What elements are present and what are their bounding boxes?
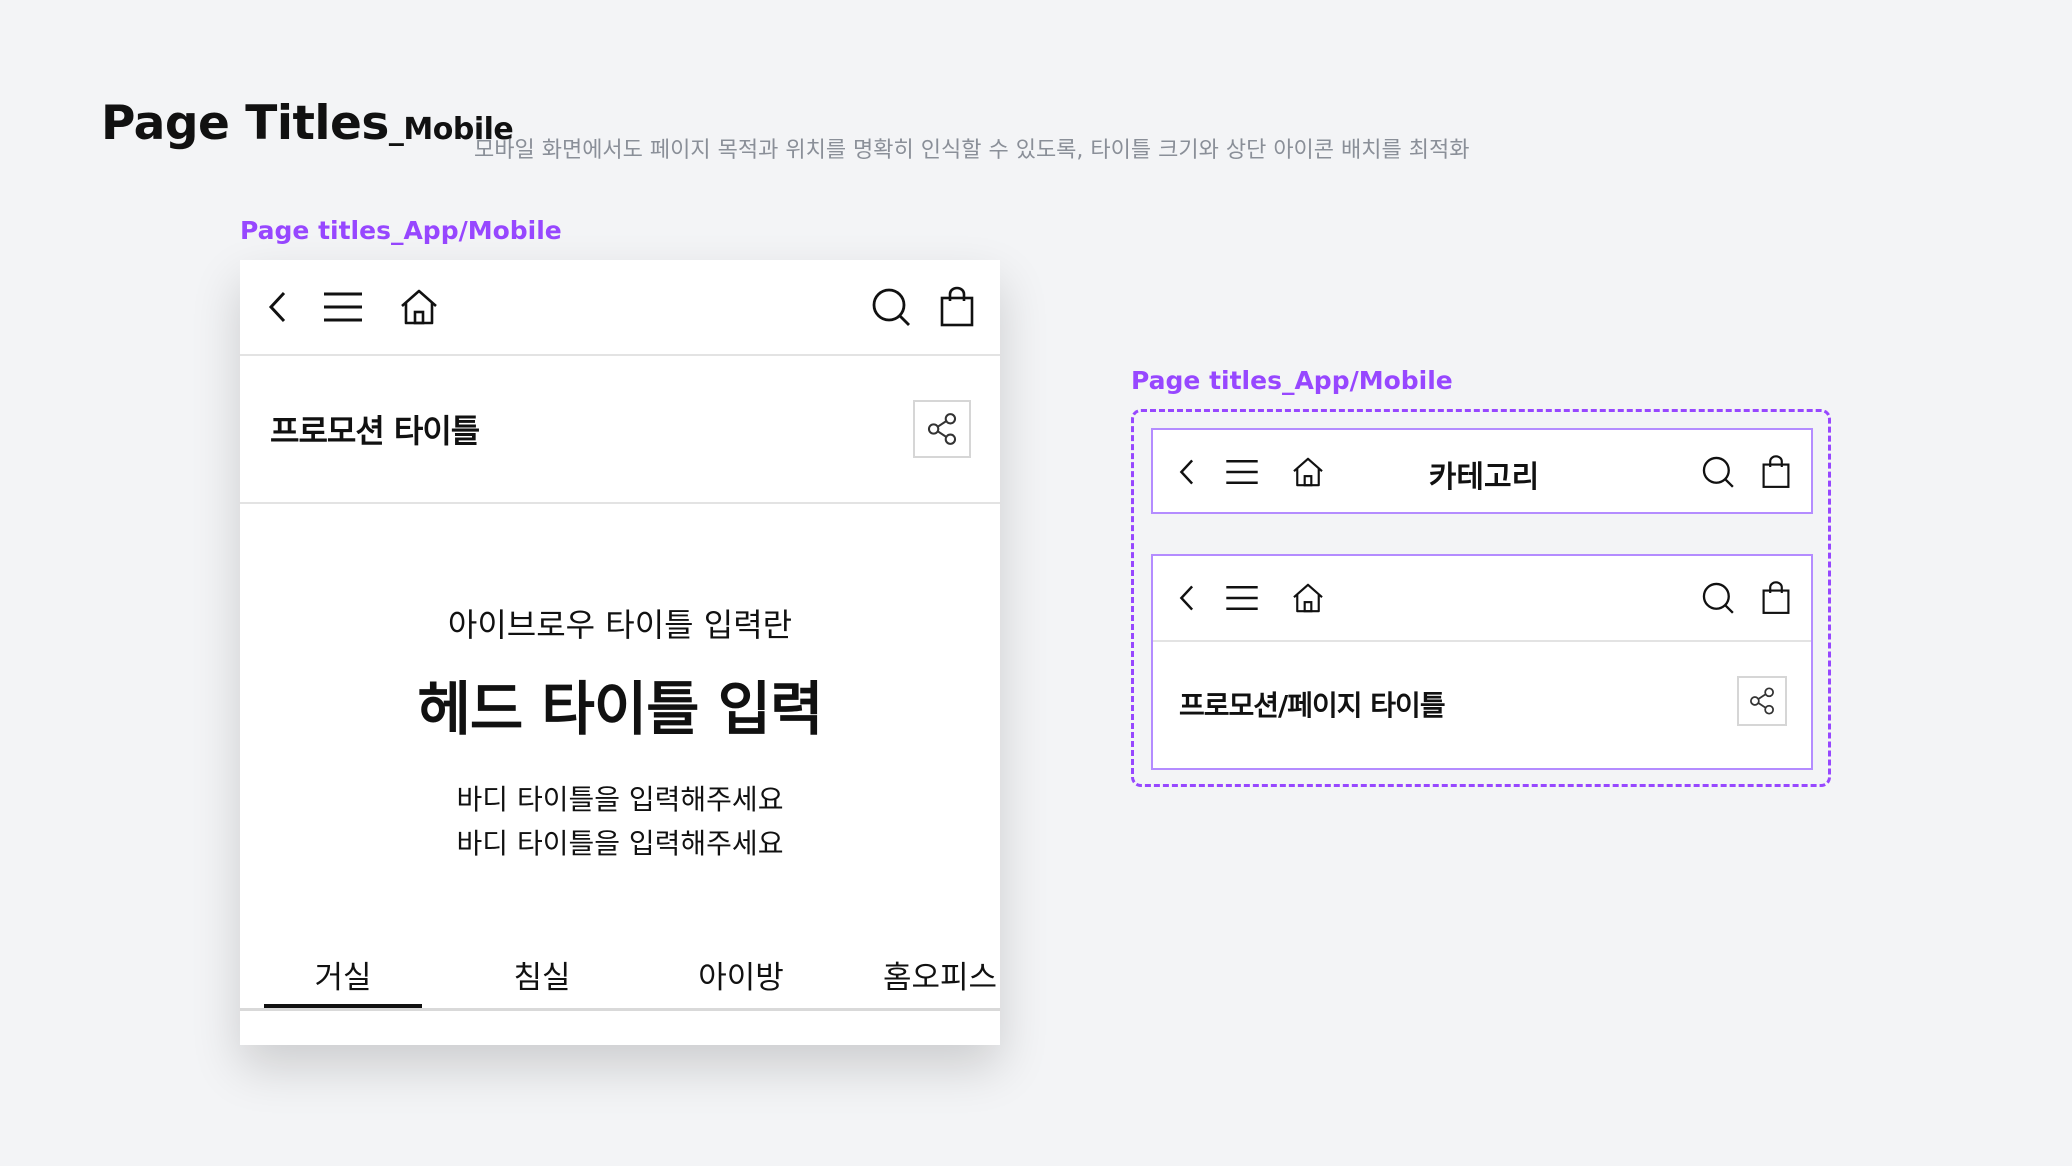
menu-icon[interactable] bbox=[1223, 579, 1261, 617]
page-title: Page Titles_Mobile bbox=[101, 96, 514, 151]
page-title-variant-category: 카테고리 bbox=[1151, 428, 1813, 514]
share-button[interactable] bbox=[1737, 676, 1787, 726]
active-tab-indicator bbox=[264, 1004, 422, 1008]
home-icon[interactable] bbox=[396, 284, 442, 330]
top-nav-bar: 카테고리 bbox=[1153, 430, 1811, 514]
promotion-page-title: 프로모션/페이지 타이틀 bbox=[1179, 689, 1446, 722]
shopping-bag-icon[interactable] bbox=[934, 284, 980, 330]
category-tabs: 거실 침실 아이방 홈오피스 bbox=[240, 950, 1000, 1011]
shopping-bag-icon[interactable] bbox=[1757, 579, 1795, 617]
section-label-left: Page titles_App/Mobile bbox=[240, 216, 562, 245]
promotion-title-bar: 프로모션 타이틀 bbox=[240, 356, 1000, 504]
tab-bedroom[interactable]: 침실 bbox=[513, 952, 570, 997]
section-label-right: Page titles_App/Mobile bbox=[1131, 366, 1453, 395]
page-title-main: Page Titles bbox=[101, 96, 389, 151]
top-nav-bar bbox=[240, 260, 1000, 356]
tab-kids-room[interactable]: 아이방 bbox=[698, 952, 784, 997]
tab-home-office[interactable]: 홈오피스 bbox=[883, 952, 997, 997]
search-icon[interactable] bbox=[1699, 453, 1737, 491]
top-nav-bar bbox=[1153, 556, 1811, 642]
share-icon bbox=[927, 413, 957, 445]
share-button[interactable] bbox=[913, 400, 971, 458]
head-title: 헤드 타이틀 입력 bbox=[417, 675, 824, 743]
back-icon[interactable] bbox=[1169, 579, 1207, 617]
search-icon[interactable] bbox=[1699, 579, 1737, 617]
promotion-title: 프로모션 타이틀 bbox=[270, 412, 480, 450]
shopping-bag-icon[interactable] bbox=[1757, 453, 1795, 491]
share-icon bbox=[1750, 687, 1774, 715]
tab-living-room[interactable]: 거실 bbox=[314, 952, 371, 997]
eyebrow-title: 아이브로우 타이틀 입력란 bbox=[447, 606, 793, 644]
back-icon[interactable] bbox=[256, 284, 302, 330]
home-icon[interactable] bbox=[1289, 579, 1327, 617]
search-icon[interactable] bbox=[868, 284, 914, 330]
menu-icon[interactable] bbox=[320, 284, 366, 330]
page-title-variant-promotion: 프로모션/페이지 타이틀 bbox=[1151, 554, 1813, 770]
page-description: 모바일 화면에서도 페이지 목적과 위치를 명확히 인식할 수 있도록, 타이틀… bbox=[474, 138, 1470, 163]
mobile-page-title-frame: 프로모션 타이틀 아이브로우 타이틀 입력란 헤드 타이틀 입력 바디 타이틀을… bbox=[240, 260, 1000, 1045]
body-title-line: 바디 타이틀을 입력해주세요 bbox=[456, 783, 784, 816]
body-title-line: 바디 타이틀을 입력해주세요 bbox=[456, 827, 784, 860]
